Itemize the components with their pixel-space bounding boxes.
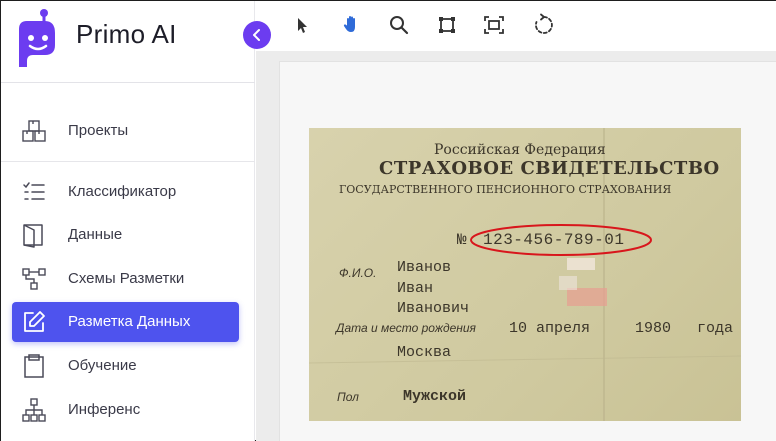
doc-sex: Мужской — [403, 388, 467, 405]
boxes-icon — [22, 120, 46, 142]
book-icon — [23, 224, 43, 248]
toolbar — [256, 1, 776, 51]
crop-icon[interactable] — [435, 13, 459, 37]
sidebar-item-data-labeling[interactable]: Разметка Данных — [12, 302, 239, 342]
chevron-left-icon — [253, 29, 260, 41]
checklist-icon — [23, 182, 45, 200]
zoom-icon[interactable] — [387, 13, 411, 37]
doc-birth-date: 10 апреля — [509, 320, 591, 337]
brand-header: Primo AI — [1, 1, 255, 83]
doc-fio-label: Ф.И.О. — [339, 266, 377, 280]
sidebar-item-label: Обучение — [68, 357, 137, 374]
doc-birth-label: Дата и место рождения — [336, 321, 476, 335]
fit-screen-icon[interactable] — [482, 13, 506, 37]
sidebar-item-label: Разметка Данных — [68, 313, 191, 330]
primo-logo-icon — [19, 9, 55, 67]
clipboard-icon — [24, 354, 44, 378]
annotation-canvas[interactable]: Российская Федерация СТРАХОВОЕ СВИДЕТЕЛЬ… — [256, 51, 776, 441]
sidebar: Primo AI Проекты Классификатор Данные Сх… — [1, 1, 271, 441]
doc-birth-place: Москва — [397, 344, 452, 361]
edit-icon — [24, 311, 45, 332]
sidebar-item-label: Классификатор — [68, 183, 177, 200]
sidebar-item-label: Схемы Разметки — [68, 270, 185, 287]
image-panel: Российская Федерация СТРАХОВОЕ СВИДЕТЕЛЬ… — [279, 61, 776, 441]
app-title: Primo AI — [76, 19, 177, 49]
doc-surname: Иванов — [397, 259, 452, 276]
doc-sex-label: Пол — [337, 390, 359, 404]
sidebar-item-inference[interactable]: Инференс — [12, 390, 239, 430]
doc-birth-year: 1980 — [635, 320, 672, 337]
rotate-icon[interactable] — [531, 13, 555, 37]
doc-patronymic: Иванович — [397, 300, 470, 317]
hierarchy-icon — [22, 398, 46, 422]
sidebar-item-label: Проекты — [68, 122, 129, 139]
sidebar-item-label: Инференс — [68, 401, 141, 418]
select-icon[interactable] — [290, 13, 314, 37]
document-image[interactable]: Российская Федерация СТРАХОВОЕ СВИДЕТЕЛЬ… — [309, 128, 741, 421]
schema-icon — [22, 268, 46, 290]
sidebar-item-schemas[interactable]: Схемы Разметки — [12, 259, 239, 299]
hand-icon[interactable] — [340, 13, 364, 37]
sidebar-item-classifier[interactable]: Классификатор — [12, 172, 239, 212]
sidebar-item-training[interactable]: Обучение — [12, 346, 239, 386]
doc-birth-year-suffix: года — [697, 320, 734, 337]
sidebar-item-data[interactable]: Данные — [12, 215, 239, 255]
sidebar-divider — [1, 161, 255, 162]
doc-first-name: Иван — [397, 280, 434, 297]
sidebar-item-label: Данные — [68, 226, 123, 243]
collapse-sidebar-button[interactable] — [243, 21, 271, 49]
sidebar-item-projects[interactable]: Проекты — [12, 111, 239, 151]
